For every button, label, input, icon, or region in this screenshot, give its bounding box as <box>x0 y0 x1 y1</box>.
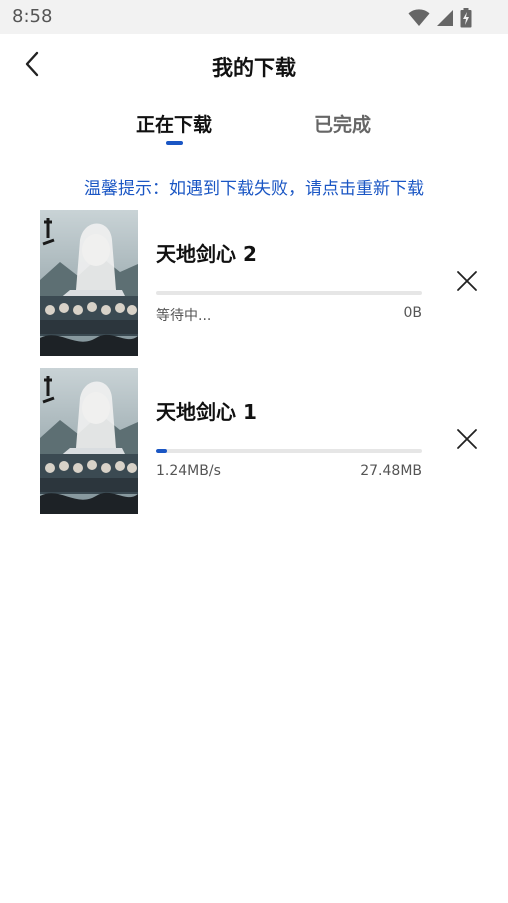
download-size: 0B <box>403 305 422 321</box>
download-status: 1.24MB/s <box>156 463 221 479</box>
download-progress-fill <box>156 449 167 453</box>
delete-download-button[interactable] <box>452 426 482 456</box>
status-icons <box>408 8 472 32</box>
download-title: 天地剑心 2 <box>156 242 257 266</box>
download-progress-bar <box>156 291 422 295</box>
cellular-signal-icon <box>436 9 454 31</box>
download-tabs: 正在下载 已完成 <box>0 110 508 150</box>
battery-charging-icon <box>460 8 472 32</box>
download-item: 天地剑心 2 等待中... 0B <box>0 210 508 356</box>
wifi-icon <box>408 9 430 31</box>
delete-download-button[interactable] <box>452 268 482 298</box>
page-title: 我的下载 <box>212 56 296 80</box>
download-size: 27.48MB <box>360 463 422 479</box>
app-header: 我的下载 <box>0 34 508 98</box>
close-icon <box>456 270 478 296</box>
poster-thumbnail[interactable] <box>40 210 138 356</box>
active-tab-indicator <box>166 141 183 145</box>
download-status: 等待中... <box>156 308 212 324</box>
retry-tip: 温馨提示：如遇到下载失败，请点击重新下载 <box>84 179 424 199</box>
download-progress-bar <box>156 449 422 453</box>
poster-thumbnail[interactable] <box>40 368 138 514</box>
tab-completed[interactable]: 已完成 <box>314 110 371 150</box>
status-bar: 8:58 <box>0 0 508 34</box>
close-icon <box>456 428 478 454</box>
download-title: 天地剑心 1 <box>156 400 257 424</box>
status-time: 8:58 <box>12 6 53 27</box>
download-item: 天地剑心 1 1.24MB/s 27.48MB <box>0 368 508 514</box>
